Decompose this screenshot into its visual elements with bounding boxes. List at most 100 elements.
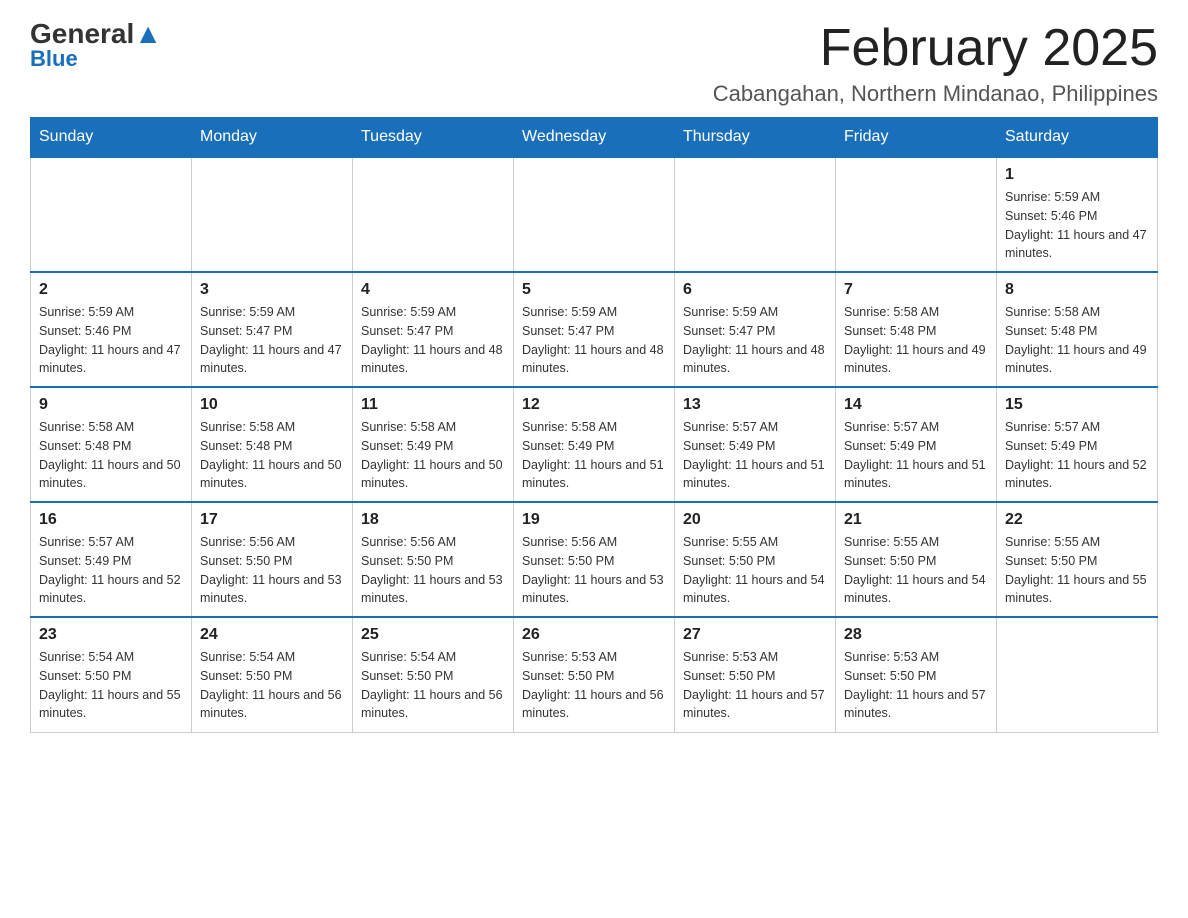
- table-row: 3 Sunrise: 5:59 AMSunset: 5:47 PMDaylight…: [192, 272, 353, 387]
- table-row: 16 Sunrise: 5:57 AMSunset: 5:49 PMDayligh…: [31, 502, 192, 617]
- day-number: 9: [39, 396, 183, 414]
- table-row: [31, 157, 192, 272]
- logo-triangle-icon: ▲: [134, 18, 162, 49]
- calendar-week-row: 9 Sunrise: 5:58 AMSunset: 5:48 PMDaylight…: [31, 387, 1158, 502]
- day-number: 18: [361, 511, 505, 529]
- day-number: 25: [361, 626, 505, 644]
- page-header: General▲ Blue February 2025 Cabangahan, …: [30, 20, 1158, 107]
- table-row: 5Sunrise: 5:59 AMSunset: 5:47 PMDaylight…: [514, 272, 675, 387]
- day-info: Sunrise: 5:53 AMSunset: 5:50 PMDaylight:…: [844, 648, 988, 723]
- day-number: 22: [1005, 511, 1149, 529]
- table-row: 19Sunrise: 5:56 AMSunset: 5:50 PMDayligh…: [514, 502, 675, 617]
- table-row: 6Sunrise: 5:59 AMSunset: 5:47 PMDaylight…: [675, 272, 836, 387]
- table-row: [836, 157, 997, 272]
- month-title: February 2025: [713, 20, 1158, 77]
- table-row: [675, 157, 836, 272]
- table-row: 28 Sunrise: 5:53 AMSunset: 5:50 PMDayligh…: [836, 617, 997, 732]
- table-row: 4 Sunrise: 5:59 AMSunset: 5:47 PMDaylight…: [353, 272, 514, 387]
- day-number: 21: [844, 511, 988, 529]
- day-info: Sunrise: 5:57 AMSunset: 5:49 PMDaylight:…: [1005, 418, 1149, 493]
- col-thursday: Thursday: [675, 118, 836, 158]
- calendar-table: Sunday Monday Tuesday Wednesday Thursday…: [30, 117, 1158, 733]
- table-row: 11Sunrise: 5:58 AMSunset: 5:49 PMDayligh…: [353, 387, 514, 502]
- calendar-header-row: Sunday Monday Tuesday Wednesday Thursday…: [31, 118, 1158, 158]
- table-row: 14 Sunrise: 5:57 AMSunset: 5:49 PMDayligh…: [836, 387, 997, 502]
- day-info: Sunrise: 5:57 AMSunset: 5:49 PMDaylight:…: [844, 418, 988, 493]
- logo-blue-text: Blue: [30, 46, 78, 72]
- table-row: [514, 157, 675, 272]
- table-row: 15 Sunrise: 5:57 AMSunset: 5:49 PMDayligh…: [997, 387, 1158, 502]
- col-friday: Friday: [836, 118, 997, 158]
- day-info: Sunrise: 5:55 AMSunset: 5:50 PMDaylight:…: [1005, 533, 1149, 608]
- table-row: 23 Sunrise: 5:54 AMSunset: 5:50 PMDayligh…: [31, 617, 192, 732]
- day-number: 27: [683, 626, 827, 644]
- calendar-week-row: 2 Sunrise: 5:59 AMSunset: 5:46 PMDaylight…: [31, 272, 1158, 387]
- day-number: 15: [1005, 396, 1149, 414]
- col-monday: Monday: [192, 118, 353, 158]
- day-number: 16: [39, 511, 183, 529]
- day-number: 17: [200, 511, 344, 529]
- day-info: Sunrise: 5:54 AMSunset: 5:50 PMDaylight:…: [361, 648, 505, 723]
- col-saturday: Saturday: [997, 118, 1158, 158]
- table-row: 24 Sunrise: 5:54 AMSunset: 5:50 PMDayligh…: [192, 617, 353, 732]
- table-row: 17 Sunrise: 5:56 AMSunset: 5:50 PMDayligh…: [192, 502, 353, 617]
- table-row: 25 Sunrise: 5:54 AMSunset: 5:50 PMDayligh…: [353, 617, 514, 732]
- table-row: 2 Sunrise: 5:59 AMSunset: 5:46 PMDaylight…: [31, 272, 192, 387]
- col-wednesday: Wednesday: [514, 118, 675, 158]
- day-info: Sunrise: 5:59 AMSunset: 5:47 PMDaylight:…: [361, 303, 505, 378]
- day-info: Sunrise: 5:53 AMSunset: 5:50 PMDaylight:…: [683, 648, 827, 723]
- table-row: [192, 157, 353, 272]
- title-section: February 2025 Cabangahan, Northern Minda…: [713, 20, 1158, 107]
- calendar-week-row: 1Sunrise: 5:59 AMSunset: 5:46 PMDaylight…: [31, 157, 1158, 272]
- table-row: 8Sunrise: 5:58 AMSunset: 5:48 PMDaylight…: [997, 272, 1158, 387]
- table-row: 22 Sunrise: 5:55 AMSunset: 5:50 PMDayligh…: [997, 502, 1158, 617]
- day-info: Sunrise: 5:56 AMSunset: 5:50 PMDaylight:…: [522, 533, 666, 608]
- day-info: Sunrise: 5:56 AMSunset: 5:50 PMDaylight:…: [361, 533, 505, 608]
- day-number: 26: [522, 626, 666, 644]
- table-row: 12 Sunrise: 5:58 AMSunset: 5:49 PMDayligh…: [514, 387, 675, 502]
- day-number: 12: [522, 396, 666, 414]
- day-info: Sunrise: 5:58 AMSunset: 5:49 PMDaylight:…: [522, 418, 666, 493]
- calendar-week-row: 23 Sunrise: 5:54 AMSunset: 5:50 PMDayligh…: [31, 617, 1158, 732]
- day-info: Sunrise: 5:58 AMSunset: 5:49 PMDaylight:…: [361, 418, 505, 493]
- day-number: 2: [39, 281, 183, 299]
- day-number: 20: [683, 511, 827, 529]
- day-info: Sunrise: 5:57 AMSunset: 5:49 PMDaylight:…: [683, 418, 827, 493]
- day-info: Sunrise: 5:59 AMSunset: 5:46 PMDaylight:…: [39, 303, 183, 378]
- day-info: Sunrise: 5:56 AMSunset: 5:50 PMDaylight:…: [200, 533, 344, 608]
- table-row: 26Sunrise: 5:53 AMSunset: 5:50 PMDayligh…: [514, 617, 675, 732]
- day-number: 10: [200, 396, 344, 414]
- table-row: 20 Sunrise: 5:55 AMSunset: 5:50 PMDayligh…: [675, 502, 836, 617]
- calendar-week-row: 16 Sunrise: 5:57 AMSunset: 5:49 PMDayligh…: [31, 502, 1158, 617]
- day-info: Sunrise: 5:58 AMSunset: 5:48 PMDaylight:…: [200, 418, 344, 493]
- table-row: 7Sunrise: 5:58 AMSunset: 5:48 PMDaylight…: [836, 272, 997, 387]
- table-row: [353, 157, 514, 272]
- day-info: Sunrise: 5:59 AMSunset: 5:47 PMDaylight:…: [200, 303, 344, 378]
- table-row: 9Sunrise: 5:58 AMSunset: 5:48 PMDaylight…: [31, 387, 192, 502]
- table-row: 10 Sunrise: 5:58 AMSunset: 5:48 PMDayligh…: [192, 387, 353, 502]
- table-row: 1Sunrise: 5:59 AMSunset: 5:46 PMDaylight…: [997, 157, 1158, 272]
- day-info: Sunrise: 5:55 AMSunset: 5:50 PMDaylight:…: [683, 533, 827, 608]
- day-number: 6: [683, 281, 827, 299]
- day-info: Sunrise: 5:58 AMSunset: 5:48 PMDaylight:…: [1005, 303, 1149, 378]
- day-number: 14: [844, 396, 988, 414]
- day-number: 24: [200, 626, 344, 644]
- day-number: 13: [683, 396, 827, 414]
- day-number: 4: [361, 281, 505, 299]
- logo-general-text: General▲: [30, 20, 162, 48]
- table-row: 13 Sunrise: 5:57 AMSunset: 5:49 PMDayligh…: [675, 387, 836, 502]
- day-number: 28: [844, 626, 988, 644]
- day-info: Sunrise: 5:59 AMSunset: 5:47 PMDaylight:…: [522, 303, 666, 378]
- logo: General▲ Blue: [30, 20, 162, 72]
- day-number: 23: [39, 626, 183, 644]
- day-number: 7: [844, 281, 988, 299]
- table-row: 18 Sunrise: 5:56 AMSunset: 5:50 PMDayligh…: [353, 502, 514, 617]
- day-info: Sunrise: 5:54 AMSunset: 5:50 PMDaylight:…: [200, 648, 344, 723]
- table-row: [997, 617, 1158, 732]
- location-title: Cabangahan, Northern Mindanao, Philippin…: [713, 81, 1158, 107]
- day-number: 3: [200, 281, 344, 299]
- day-info: Sunrise: 5:54 AMSunset: 5:50 PMDaylight:…: [39, 648, 183, 723]
- day-info: Sunrise: 5:55 AMSunset: 5:50 PMDaylight:…: [844, 533, 988, 608]
- day-number: 1: [1005, 166, 1149, 184]
- day-info: Sunrise: 5:57 AMSunset: 5:49 PMDaylight:…: [39, 533, 183, 608]
